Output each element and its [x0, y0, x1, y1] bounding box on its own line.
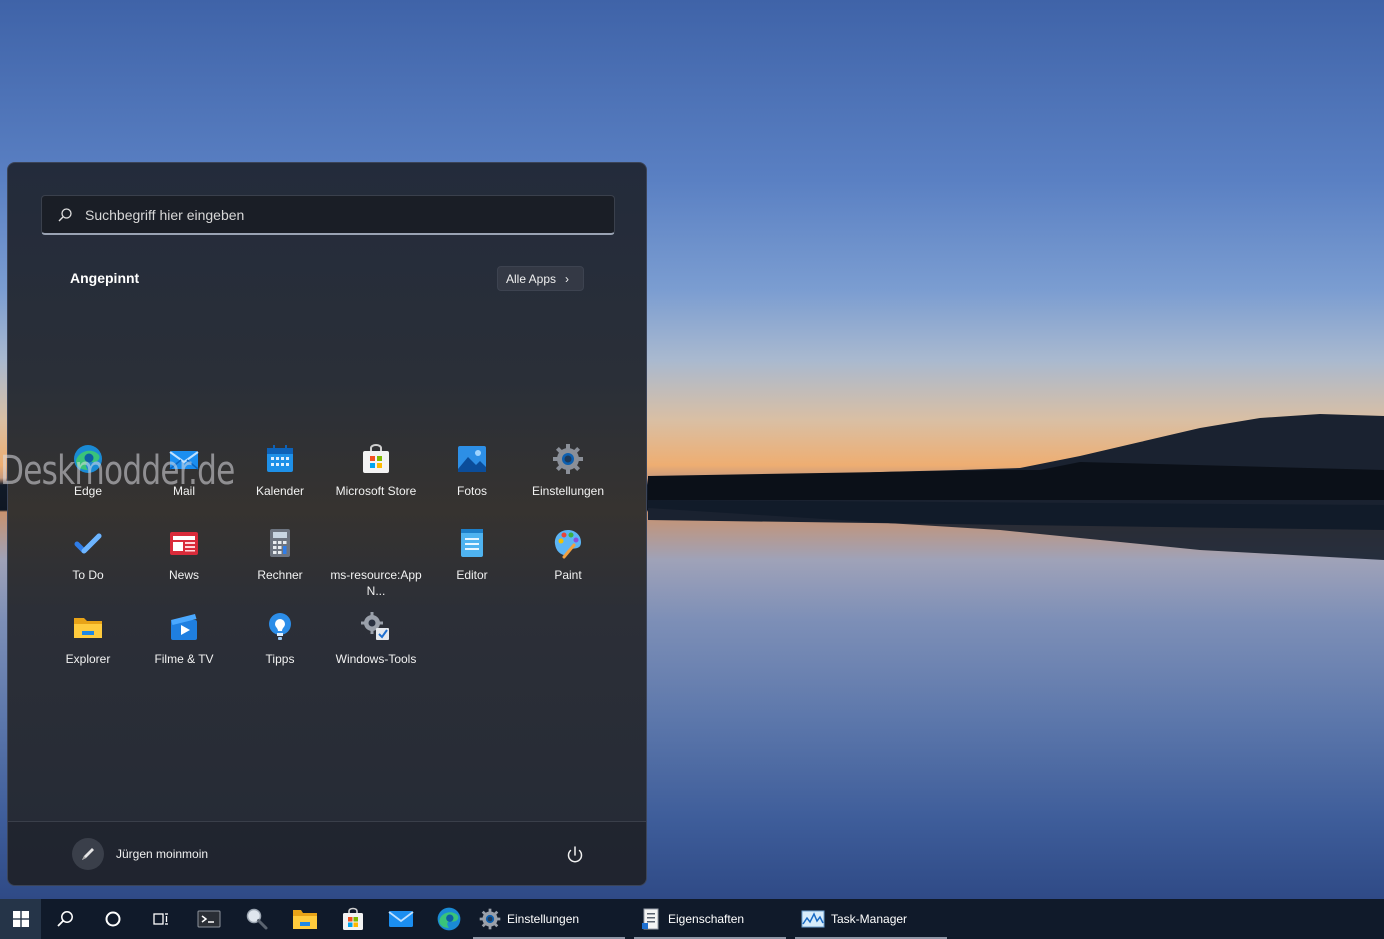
- app-label: Kalender: [255, 484, 305, 498]
- cortana-button[interactable]: [89, 899, 137, 939]
- pinned-app-explorer[interactable]: Explorer: [40, 607, 136, 691]
- app-label: Fotos: [456, 484, 487, 498]
- taskbar-app-label: Einstellungen: [507, 912, 580, 926]
- search-icon: [58, 207, 72, 221]
- terminal-icon: [197, 910, 221, 928]
- pinned-heading: Angepinnt: [70, 270, 140, 286]
- taskbar-mail-button[interactable]: [377, 899, 425, 939]
- paint-palette-icon: [554, 530, 581, 559]
- task-view-button[interactable]: [137, 899, 185, 939]
- pinned-app-tips[interactable]: Tipps: [232, 607, 328, 691]
- taskbar-explorer-button[interactable]: [281, 899, 329, 939]
- pinned-app-calendar[interactable]: Kalender: [232, 439, 328, 523]
- search-icon: [57, 911, 73, 927]
- app-label: Windows-Tools: [335, 652, 417, 666]
- news-icon: [170, 532, 198, 555]
- magnifier-app-icon: [246, 908, 268, 930]
- blank-app-icon: [360, 527, 392, 559]
- app-label: Paint: [554, 568, 582, 582]
- taskbar-app-eigenschaften[interactable]: Eigenschaften: [634, 899, 786, 939]
- taskbar-search-button[interactable]: [41, 899, 89, 939]
- app-label: Tipps: [265, 652, 295, 666]
- pinned-app-editor[interactable]: Editor: [424, 523, 520, 607]
- taskbar-app-label: Eigenschaften: [668, 912, 745, 926]
- edge-icon: [437, 907, 461, 931]
- start-menu: Angepinnt Alle Apps › Edge Mail: [7, 162, 647, 886]
- start-menu-footer: Jürgen moinmoin: [8, 821, 646, 885]
- settings-gear-icon: [553, 444, 583, 474]
- search-input[interactable]: [85, 206, 585, 223]
- pinned-app-settings[interactable]: Einstellungen: [520, 439, 616, 523]
- app-label: Rechner: [257, 568, 303, 582]
- app-label: Edge: [73, 484, 103, 498]
- taskbar-app-einstellungen[interactable]: Einstellungen: [473, 899, 625, 939]
- all-apps-label: Alle Apps: [506, 271, 557, 286]
- pen-avatar-icon: [82, 848, 94, 860]
- all-apps-button[interactable]: Alle Apps ›: [497, 266, 584, 291]
- properties-icon: [642, 908, 659, 930]
- start-button[interactable]: [0, 899, 41, 939]
- store-icon: [363, 444, 389, 473]
- pinned-app-windows-tools[interactable]: Windows-Tools: [328, 607, 424, 691]
- folder-icon: [74, 618, 102, 638]
- power-icon[interactable]: [564, 844, 586, 866]
- chevron-right-icon: ›: [565, 271, 570, 286]
- app-label: Einstellungen: [531, 484, 605, 498]
- pinned-app-calculator[interactable]: Rechner: [232, 523, 328, 607]
- pinned-app-todo[interactable]: To Do: [40, 523, 136, 607]
- windows-tools-icon: [361, 612, 389, 640]
- app-label: Microsoft Store: [335, 484, 417, 498]
- pinned-app-unnamed[interactable]: ms-resource:AppN...: [328, 523, 424, 607]
- windows-logo-icon: [12, 911, 29, 927]
- calculator-icon: [270, 529, 290, 557]
- taskbar-store-button[interactable]: [329, 899, 377, 939]
- user-name[interactable]: Jürgen moinmoin: [116, 847, 208, 861]
- task-view-icon: [153, 913, 168, 925]
- pinned-app-mail[interactable]: Mail: [136, 439, 232, 523]
- settings-gear-icon: [479, 908, 501, 930]
- movies-tv-icon: [171, 614, 197, 640]
- task-manager-icon: [801, 910, 825, 928]
- calendar-icon: [267, 445, 293, 472]
- pinned-app-news[interactable]: News: [136, 523, 232, 607]
- taskbar-edge-button[interactable]: [425, 899, 473, 939]
- pinned-app-photos[interactable]: Fotos: [424, 439, 520, 523]
- app-label: To Do: [72, 568, 104, 582]
- taskbar-app-task-manager[interactable]: Task-Manager: [795, 899, 947, 939]
- pinned-app-microsoft-store[interactable]: Microsoft Store: [328, 439, 424, 523]
- taskbar: Einstellungen Eigenschaften Task-Manager: [0, 899, 1384, 939]
- todo-check-icon: [74, 533, 102, 554]
- app-label: Mail: [172, 484, 195, 498]
- cortana-circle-icon: [105, 911, 121, 927]
- notepad-icon: [461, 529, 483, 557]
- mail-icon: [169, 451, 199, 470]
- taskbar-search-app-button[interactable]: [233, 899, 281, 939]
- pinned-app-movies-tv[interactable]: Filme & TV: [136, 607, 232, 691]
- folder-icon: [293, 910, 317, 929]
- mail-icon: [388, 911, 414, 927]
- search-box[interactable]: [41, 195, 615, 235]
- taskbar-terminal-button[interactable]: [185, 899, 233, 939]
- photos-icon: [458, 446, 486, 472]
- taskbar-app-label: Task-Manager: [831, 912, 908, 926]
- edge-icon: [74, 445, 102, 473]
- pinned-app-edge[interactable]: Edge: [40, 439, 136, 523]
- store-icon: [343, 907, 363, 930]
- app-label: Filme & TV: [154, 652, 214, 666]
- user-account-button[interactable]: [72, 838, 104, 870]
- tips-bulb-icon: [269, 613, 291, 640]
- pinned-app-paint[interactable]: Paint: [520, 523, 616, 607]
- app-label: News: [168, 568, 199, 582]
- app-label: Explorer: [65, 652, 111, 666]
- app-label: Editor: [456, 568, 488, 582]
- app-label: ms-resource:AppN...: [330, 568, 422, 598]
